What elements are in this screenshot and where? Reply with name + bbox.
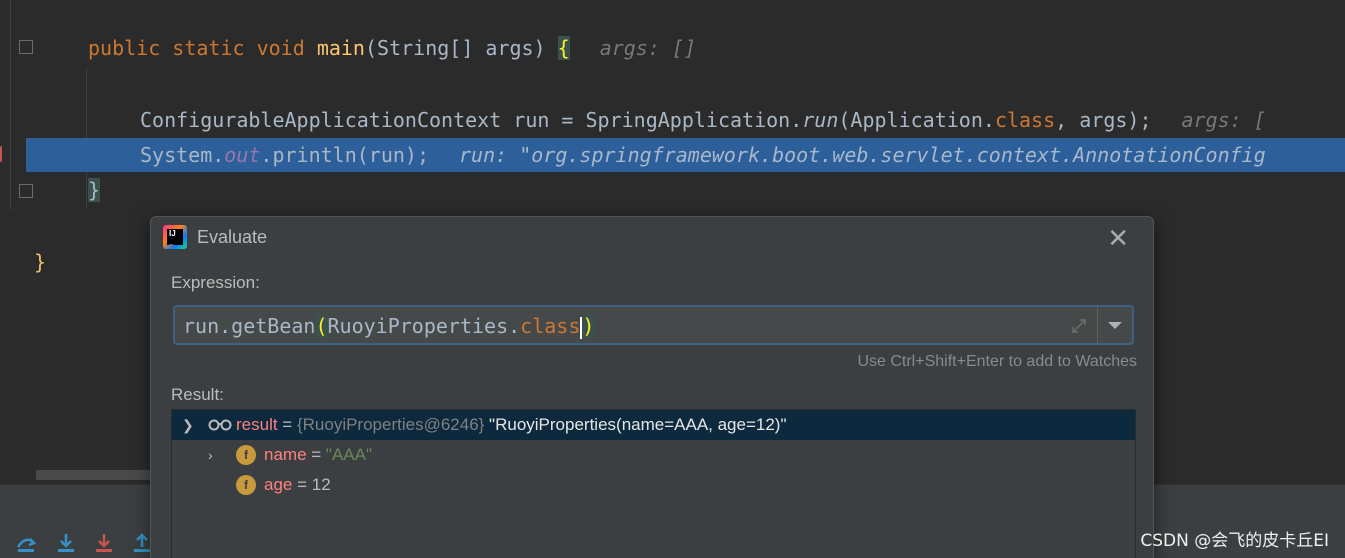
chevron-right-icon[interactable]: ›: [208, 440, 213, 470]
tree-row-age[interactable]: f age = 12: [172, 470, 1135, 500]
code-line-run[interactable]: ConfigurableApplicationContext run = Spr…: [140, 102, 1266, 138]
chevron-down-icon[interactable]: ❯: [182, 410, 194, 440]
expression-label: Expression:: [171, 273, 260, 292]
expand-editor-icon[interactable]: [1070, 317, 1088, 335]
evaluate-dialog: IJ _ Evaluate ✕ Expression: run.getBean(R…: [150, 216, 1154, 558]
expression-input[interactable]: run.getBean(RuoyiProperties.class): [173, 305, 1134, 345]
dropdown-divider: [1097, 307, 1098, 343]
history-dropdown-icon[interactable]: [1108, 322, 1122, 329]
code-line-main[interactable]: public static void main(String[] args) {…: [88, 30, 696, 66]
fold-marker-icon[interactable]: [19, 40, 33, 54]
intellij-logo-icon: IJ _: [163, 225, 187, 249]
watch-glasses-icon: [208, 419, 232, 431]
dialog-title: Evaluate: [197, 227, 268, 247]
expression-text[interactable]: run.getBean(RuoyiProperties.class): [183, 311, 595, 341]
field-icon: f: [236, 445, 256, 465]
result-tree[interactable]: ❯ result = {RuoyiProperties@6246} "Ruoyi…: [171, 409, 1136, 558]
horizontal-scrollbar[interactable]: [36, 470, 150, 480]
step-out-icon[interactable]: [132, 533, 152, 553]
inline-hint: args: [: [1181, 108, 1266, 132]
tree-row-result[interactable]: ❯ result = {RuoyiProperties@6246} "Ruoyi…: [172, 410, 1135, 440]
watch-hint: Use Ctrl+Shift+Enter to add to Watches: [857, 353, 1137, 370]
close-icon[interactable]: ✕: [1107, 223, 1129, 254]
code-line-close-method[interactable]: }: [88, 172, 101, 208]
field-icon: f: [236, 475, 256, 495]
execution-point-icon: [0, 146, 4, 162]
code-line-close-class[interactable]: }: [34, 244, 46, 280]
gutter-divider: [10, 0, 11, 210]
step-into-icon[interactable]: [56, 533, 76, 553]
watermark: CSDN @会飞的皮卡丘EI: [1140, 531, 1329, 551]
inline-hint: args: []: [599, 36, 697, 60]
code-line-println[interactable]: System.out.println(run); run: "org.spring…: [140, 138, 1266, 172]
fold-end-marker-icon[interactable]: [19, 184, 33, 198]
tree-row-name[interactable]: › f name = "AAA": [172, 440, 1135, 470]
result-label: Result:: [171, 385, 224, 404]
inline-hint: run: "org.springframework.boot.web.servl…: [459, 143, 1266, 167]
step-over-icon[interactable]: [16, 533, 36, 553]
force-step-into-icon[interactable]: [94, 533, 114, 553]
